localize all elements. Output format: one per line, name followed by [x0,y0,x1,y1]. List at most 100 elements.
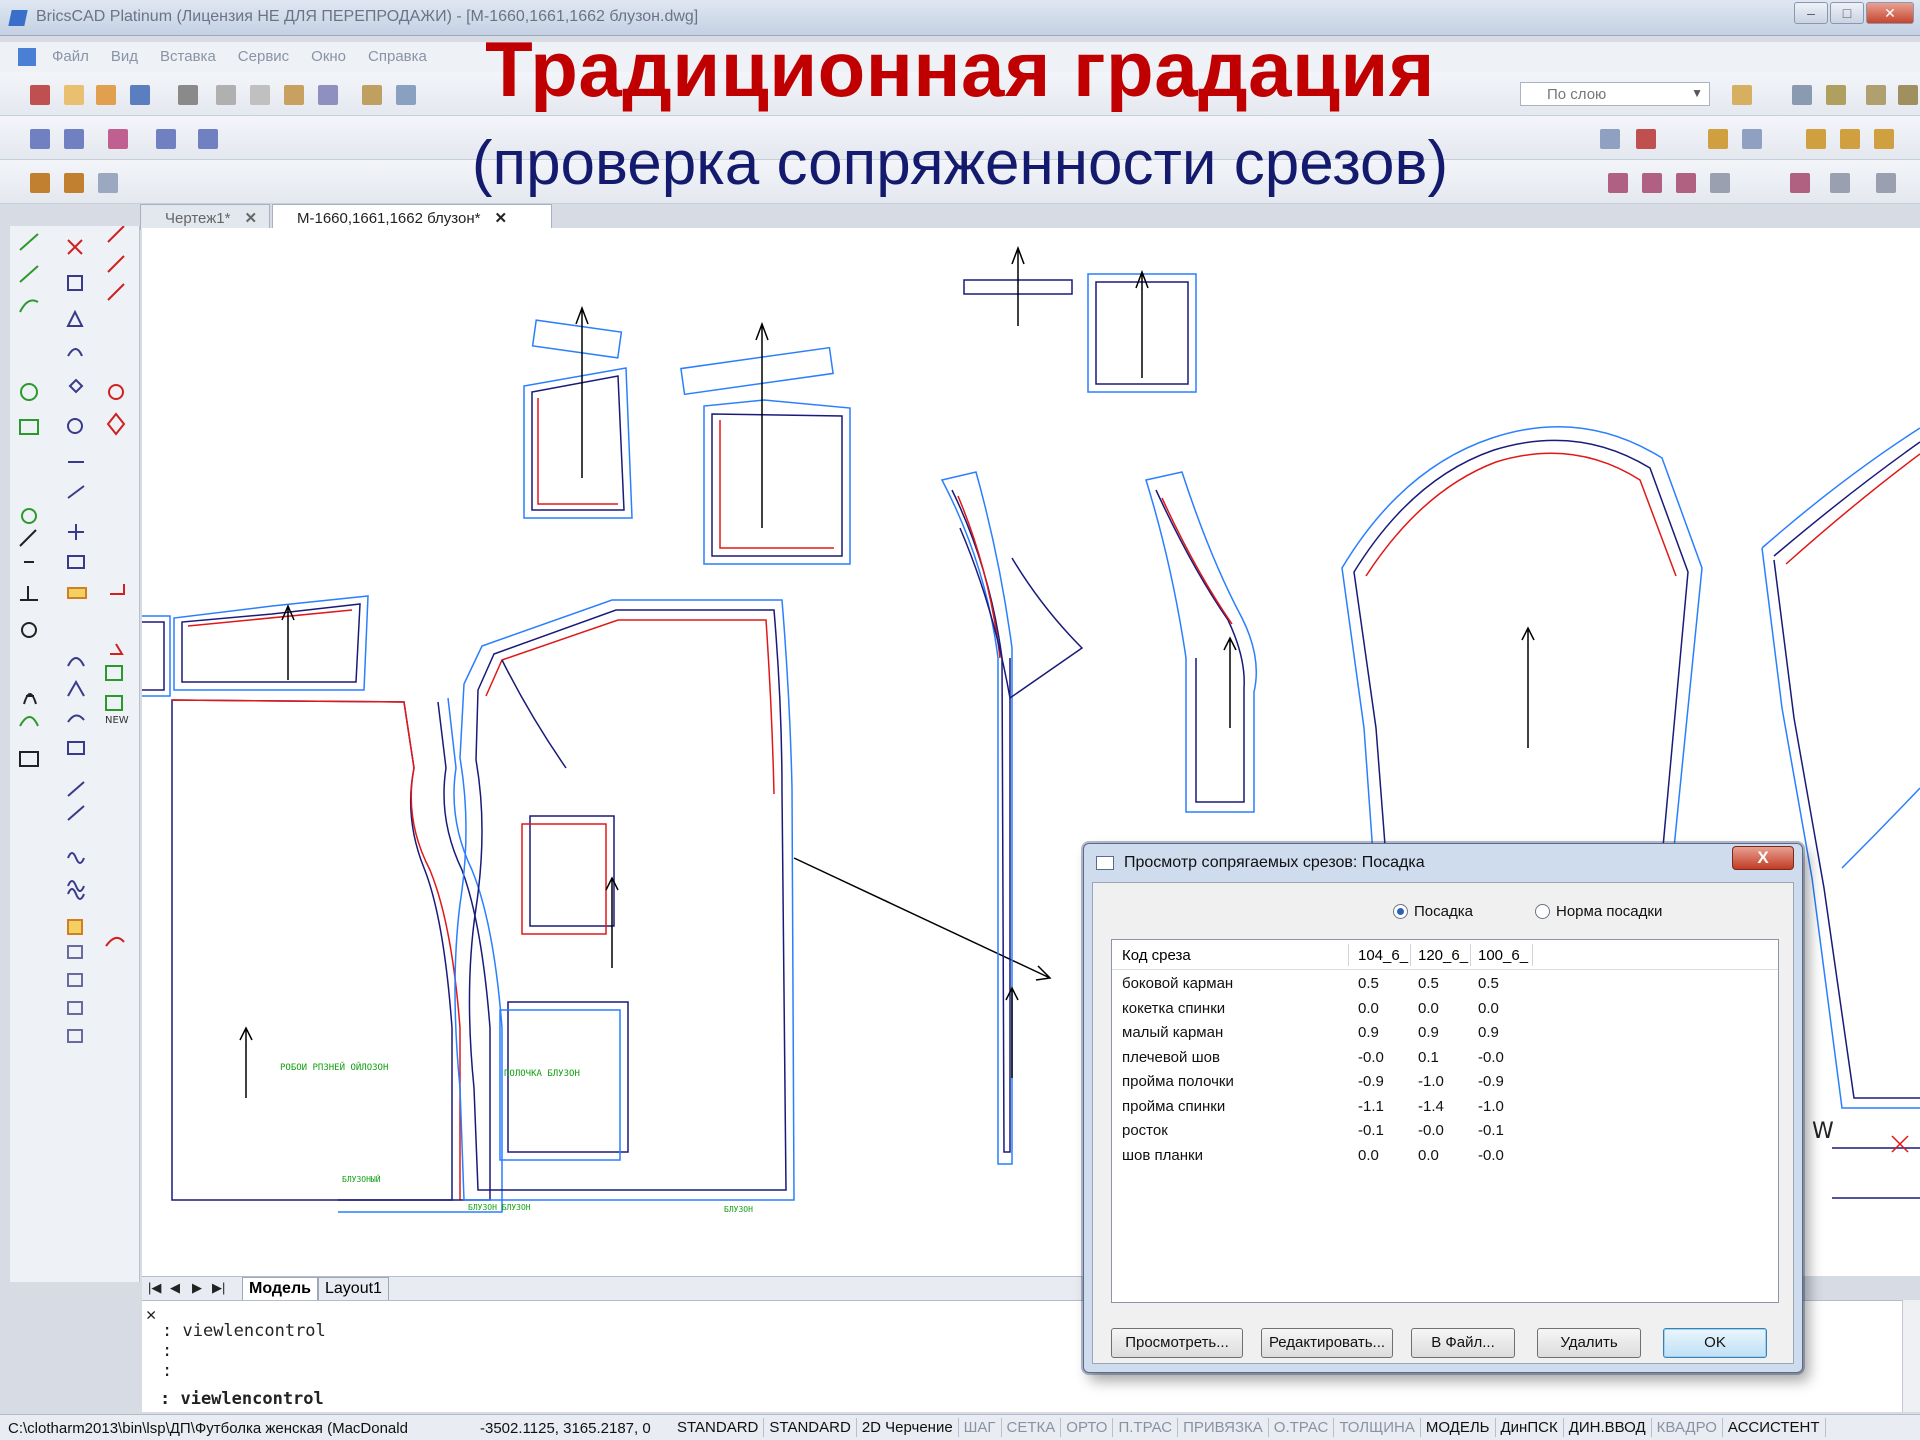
view-button[interactable]: Просмотреть... [1111,1328,1243,1358]
command-history-line: : [162,1361,173,1381]
table-row[interactable]: малый карман 0.9 0.9 0.9 [1112,1021,1778,1045]
grade-tool-icon[interactable] [67,781,85,821]
new-tool-label[interactable]: NEW [105,715,129,726]
trim-tool-icon[interactable] [107,283,125,301]
wave-tool-icon[interactable] [67,852,85,864]
column-header-size3[interactable]: 100_6_ [1478,947,1528,964]
minimize-button[interactable]: – [1794,2,1828,24]
radio-fit[interactable]: Посадка [1393,903,1473,920]
double-wave-icon[interactable] [67,880,85,900]
radio-norm[interactable]: Норма посадки [1535,903,1662,920]
table-row[interactable]: пройма полочки -0.9 -1.0 -0.9 [1112,1070,1778,1094]
table-row[interactable]: росток -0.1 -0.0 -0.1 [1112,1119,1778,1143]
tab-active-drawing[interactable]: М-1660,1661,1662 блузон* ✕ [272,204,552,230]
status-toggle[interactable]: СЕТКА [1002,1418,1062,1437]
tab-drawing1[interactable]: Чертеж1* ✕ [140,204,270,230]
status-toggle[interactable]: ПРИВЯЗКА [1178,1418,1269,1437]
edit-button[interactable]: Редактировать... [1261,1328,1393,1358]
label-tool-icon[interactable] [67,587,87,599]
status-toggle[interactable]: STANDARD [672,1418,765,1437]
piece-tool-icon[interactable] [67,973,83,987]
close-window-button[interactable]: ✕ [1866,2,1914,24]
text-tool-icon[interactable] [23,693,37,705]
first-layout-icon[interactable]: |◀ [148,1280,161,1296]
status-toggle[interactable]: ДИН.ВВОД [1564,1418,1652,1437]
status-toggle[interactable]: АССИСТЕНТ [1723,1418,1826,1437]
column-header-size1[interactable]: 104_6_ [1358,947,1408,964]
pattern-curve-icon[interactable] [67,657,85,667]
status-toggle[interactable]: ТОЛЩИНА [1334,1418,1421,1437]
fillet-tool-icon[interactable] [67,348,83,357]
command-close-icon[interactable]: ✕ [146,1305,156,1325]
status-toggle[interactable]: П.ТРАС [1113,1418,1179,1437]
status-toggle[interactable]: 2D Черчение [857,1418,959,1437]
radio-fit-indicator[interactable] [1393,904,1408,919]
prev-layout-icon[interactable]: ◀ [170,1280,180,1296]
center-tool-icon[interactable] [21,622,37,638]
point-tool-icon[interactable] [21,508,37,524]
piece-tool-icon[interactable] [67,1029,83,1043]
mirror-tool-icon[interactable] [66,309,84,327]
curve-edit-icon[interactable] [105,936,125,947]
move-tool-icon[interactable] [68,378,84,394]
dialog-close-button[interactable]: X [1732,846,1794,870]
break-tool-icon[interactable] [68,524,84,540]
column-header-size2[interactable]: 120_6_ [1418,947,1468,964]
align-tool-icon[interactable] [105,665,123,681]
save-to-file-button[interactable]: В Файл... [1411,1328,1515,1358]
delete-tool-icon[interactable] [67,239,83,255]
radio-norm-indicator[interactable] [1535,904,1550,919]
table-row[interactable]: пройма спинки -1.1 -1.4 -1.0 [1112,1095,1778,1119]
status-toggle[interactable]: О.ТРАС [1269,1418,1335,1437]
close-tab-icon[interactable]: ✕ [494,210,507,227]
block-tool-icon[interactable] [67,555,85,569]
ucs-tool-icon[interactable] [20,586,38,601]
polyline-tool-icon[interactable] [19,265,39,283]
status-toggle[interactable]: ДинПСК [1496,1418,1564,1437]
piece-tool-icon[interactable] [67,1001,83,1015]
rotate-tool-icon[interactable] [19,716,39,727]
fill-tool-icon[interactable] [67,919,83,935]
piece-tool-icon[interactable] [67,945,83,959]
ok-button[interactable]: OK [1663,1328,1767,1358]
status-toggle[interactable]: КВАДРО [1652,1418,1723,1437]
arrow-tool-icon[interactable] [110,643,124,655]
stretch-tool-icon[interactable] [67,485,85,499]
tab-model[interactable]: Модель [242,1277,318,1301]
status-toggle[interactable]: ШАГ [959,1418,1002,1437]
table-row[interactable]: шов планки 0.0 0.0 -0.0 [1112,1144,1778,1168]
distribute-tool-icon[interactable] [105,695,123,711]
delete-button[interactable]: Удалить [1537,1328,1641,1358]
command-prompt[interactable]: : viewlencontrol [160,1389,324,1409]
last-layout-icon[interactable]: ▶| [212,1280,225,1296]
table-tool-icon[interactable] [19,751,39,767]
quadrant-snap-icon[interactable] [106,412,126,436]
spline-tool-icon[interactable] [19,299,39,313]
status-toggle[interactable]: STANDARD [764,1418,857,1437]
next-layout-icon[interactable]: ▶ [192,1280,202,1296]
extend-tool-icon[interactable] [107,225,125,273]
maximize-button[interactable]: □ [1830,2,1864,24]
circle-tool-icon[interactable] [20,383,38,401]
line-tool-icon[interactable] [19,233,39,251]
table-row[interactable]: плечевой шов -0.0 0.1 -0.0 [1112,1046,1778,1070]
size3-value-cell: -0.1 [1478,1122,1504,1139]
table-row[interactable]: боковой карман 0.5 0.5 0.5 [1112,972,1778,996]
front-pattern-piece: ПОЛОЧКА БЛУЗОН БЛУЗОН БЛУЗОН БЛУЗОН [454,599,795,1214]
circle-snap-icon[interactable] [108,384,124,400]
status-toggle[interactable]: ОРТО [1061,1418,1114,1437]
rotate-copy-icon[interactable] [67,418,83,434]
column-header-code[interactable]: Код среза [1122,947,1191,964]
command-scrollbar[interactable] [1902,1300,1920,1412]
measure-tool-icon[interactable] [19,529,37,563]
dart-tool-icon[interactable] [67,679,85,697]
seam-tool-icon[interactable] [67,714,85,723]
copy-tool-icon[interactable] [67,275,83,291]
status-toggle[interactable]: МОДЕЛЬ [1421,1418,1496,1437]
notch-tool-icon[interactable] [67,741,85,755]
close-tab-icon[interactable]: ✕ [244,210,257,227]
table-row[interactable]: кокетка спинки 0.0 0.0 0.0 [1112,997,1778,1021]
dimension-tool-icon[interactable] [110,584,125,595]
tab-layout1[interactable]: Layout1 [318,1277,389,1301]
rectangle-tool-icon[interactable] [19,419,39,435]
